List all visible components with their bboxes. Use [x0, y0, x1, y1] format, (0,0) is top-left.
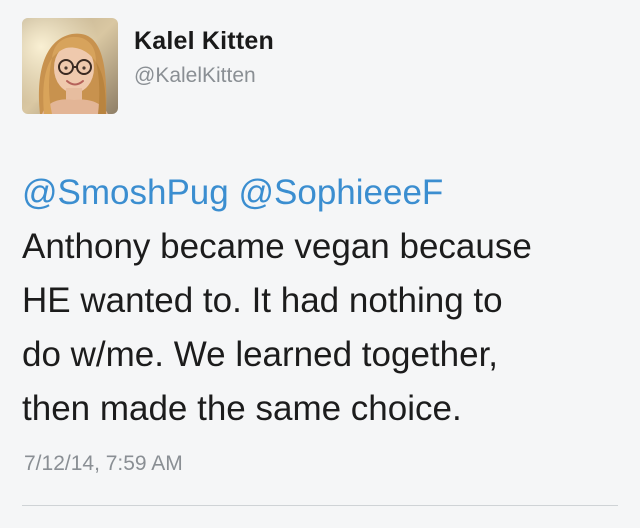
tweet-text-line: HE wanted to. It had nothing to: [22, 281, 503, 320]
tweet-text-line: do w/me. We learned together,: [22, 335, 499, 374]
display-name[interactable]: Kalel Kitten: [134, 27, 274, 56]
tweet-text-line: then made the same choice.: [22, 389, 462, 428]
user-handle[interactable]: @KalelKitten: [134, 64, 256, 88]
divider: [22, 505, 618, 506]
mention-link[interactable]: @SophieeeF: [238, 173, 443, 212]
avatar[interactable]: [22, 18, 118, 114]
mentions-line: @SmoshPug @SophieeeF: [22, 166, 622, 220]
tweet-text: @SmoshPug @SophieeeF Anthony became vega…: [22, 166, 622, 436]
mention-link[interactable]: @SmoshPug: [22, 173, 229, 212]
profile-photo-avatar-icon: [22, 18, 118, 114]
timestamp[interactable]: 7/12/14, 7:59 AM: [24, 452, 183, 476]
tweet-text-line: Anthony became vegan because: [22, 227, 532, 266]
tweet-card: Kalel Kitten @KalelKitten @SmoshPug @Sop…: [0, 0, 640, 528]
